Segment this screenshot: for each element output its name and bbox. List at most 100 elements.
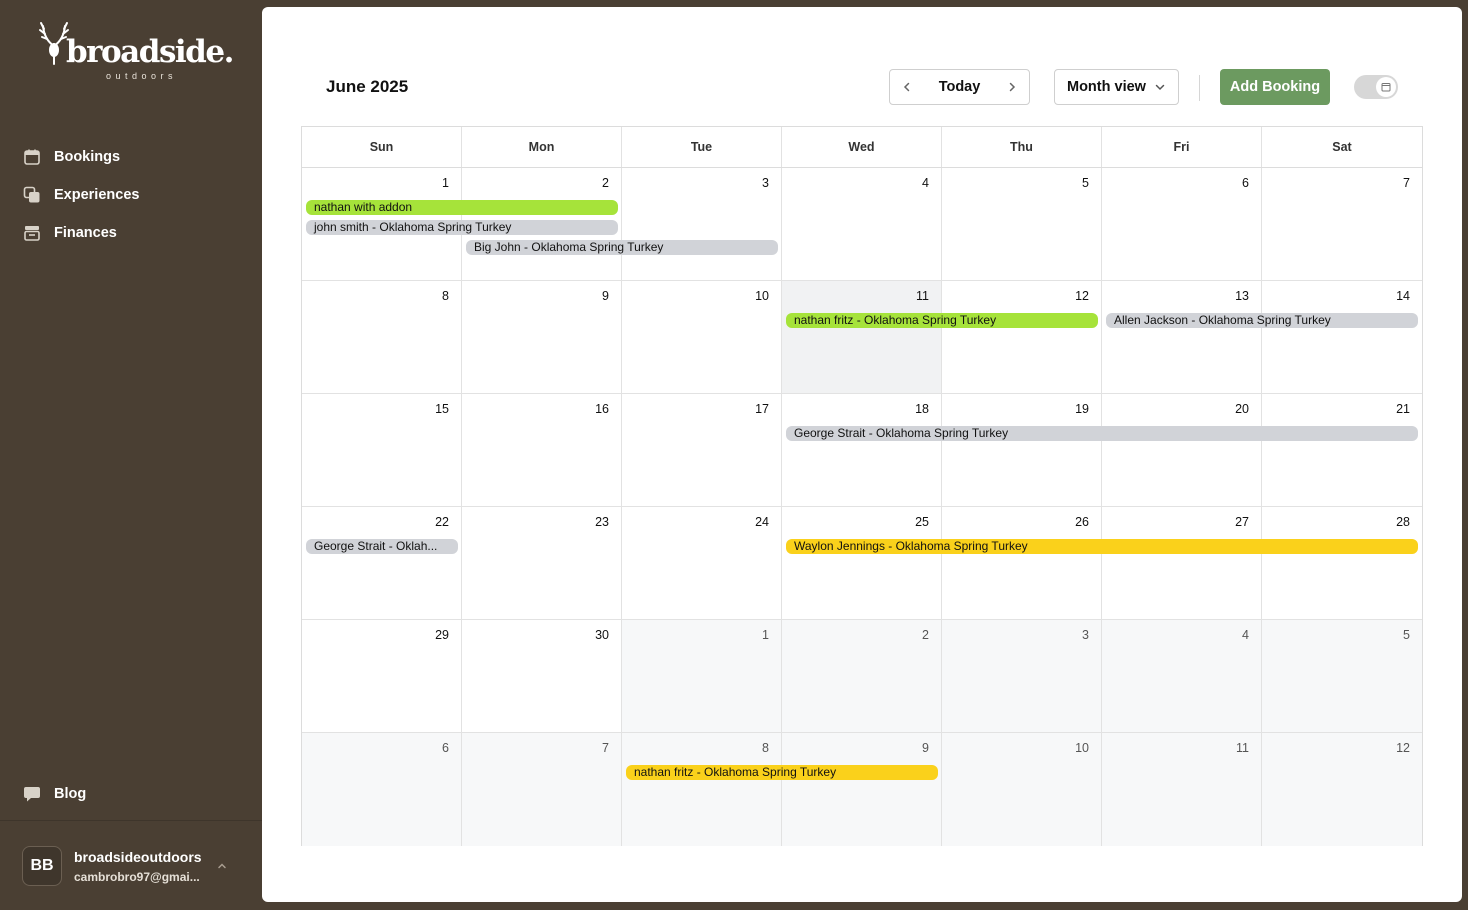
toggle-knob [1376, 77, 1396, 97]
weekday-wed: Wed [782, 127, 942, 167]
next-month-button[interactable] [1005, 80, 1019, 94]
day-cell[interactable]: 30 [462, 620, 622, 733]
sidebar-nav: Bookings Experiences Finances [22, 138, 139, 252]
day-number: 6 [442, 741, 449, 755]
day-cell[interactable]: 3 [622, 168, 782, 281]
day-number: 5 [1082, 176, 1089, 190]
weekday-mon: Mon [462, 127, 622, 167]
day-cell[interactable]: 20 [1102, 394, 1262, 507]
booking-event[interactable]: nathan with addon [306, 200, 618, 215]
day-cell[interactable]: 5 [942, 168, 1102, 281]
day-cell[interactable]: 10 [942, 733, 1102, 846]
day-number: 17 [755, 402, 769, 416]
brand-logo[interactable]: broadside. outdoors [38, 20, 234, 82]
day-number: 4 [922, 176, 929, 190]
today-button[interactable]: Today [939, 79, 981, 95]
day-cell[interactable]: 18 [782, 394, 942, 507]
day-cell[interactable]: 6 [302, 733, 462, 846]
day-cell[interactable]: 27 [1102, 507, 1262, 620]
day-cell[interactable]: 1 [622, 620, 782, 733]
avatar: BB [22, 846, 62, 886]
calendar-toggle[interactable] [1354, 75, 1398, 99]
day-cell[interactable]: 25 [782, 507, 942, 620]
chevron-up-icon[interactable] [216, 859, 228, 877]
day-number: 23 [595, 515, 609, 529]
day-cell[interactable]: 6 [1102, 168, 1262, 281]
toolbar-divider [1199, 75, 1200, 101]
day-cell[interactable]: 24 [622, 507, 782, 620]
user-name: broadsideoutdoors [74, 849, 202, 865]
day-cell[interactable]: 4 [1102, 620, 1262, 733]
day-number: 4 [1242, 628, 1249, 642]
view-select-value: Month view [1067, 79, 1146, 95]
weekday-sat: Sat [1332, 140, 1352, 154]
day-number: 29 [435, 628, 449, 642]
chevron-down-icon [1155, 84, 1165, 91]
day-cell[interactable]: 10 [622, 281, 782, 394]
day-cell[interactable]: 8 [302, 281, 462, 394]
day-cell[interactable]: 5 [1262, 620, 1422, 733]
booking-event[interactable]: Allen Jackson - Oklahoma Spring Turkey [1106, 313, 1418, 328]
sidebar-item-blog[interactable]: Blog [22, 775, 86, 813]
user-menu[interactable]: BB broadsideoutdoors cambrobro97@gmai... [0, 820, 262, 910]
view-select[interactable]: Month view [1054, 69, 1179, 105]
day-number: 5 [1403, 628, 1410, 642]
day-cell[interactable]: 11 [782, 281, 942, 394]
day-cell[interactable]: 2 [782, 620, 942, 733]
day-cell[interactable]: 14 [1262, 281, 1422, 394]
sidebar-item-experiences[interactable]: Experiences [22, 176, 139, 214]
message-icon [22, 784, 42, 804]
day-cell[interactable]: 7 [462, 733, 622, 846]
day-cell[interactable]: 23 [462, 507, 622, 620]
day-number: 16 [595, 402, 609, 416]
day-number: 12 [1075, 289, 1089, 303]
day-cell[interactable]: 12 [1262, 733, 1422, 846]
sidebar-item-label: Blog [54, 786, 87, 802]
day-cell[interactable]: 4 [782, 168, 942, 281]
day-cell[interactable]: 28 [1262, 507, 1422, 620]
sidebar-item-label: Experiences [54, 187, 140, 203]
day-cell[interactable]: 11 [1102, 733, 1262, 846]
booking-event[interactable]: Waylon Jennings - Oklahoma Spring Turkey [786, 539, 1418, 554]
day-number: 11 [1236, 741, 1249, 755]
day-cell[interactable]: 19 [942, 394, 1102, 507]
day-cell[interactable]: 7 [1262, 168, 1422, 281]
day-cell[interactable]: 29 [302, 620, 462, 733]
sidebar-item-bookings[interactable]: Bookings [22, 138, 139, 176]
day-number: 10 [755, 289, 769, 303]
booking-event[interactable]: George Strait - Oklah... [306, 539, 458, 554]
day-cell[interactable]: 26 [942, 507, 1102, 620]
day-number: 21 [1396, 402, 1410, 416]
day-cell[interactable]: 17 [622, 394, 782, 507]
booking-event[interactable]: john smith - Oklahoma Spring Turkey [306, 220, 618, 235]
chevron-left-icon [903, 82, 910, 92]
add-booking-button[interactable]: Add Booking [1220, 69, 1330, 105]
day-number: 1 [762, 628, 769, 642]
sidebar-item-label: Bookings [54, 149, 121, 165]
day-number: 6 [1242, 176, 1249, 190]
booking-event[interactable]: nathan fritz - Oklahoma Spring Turkey [626, 765, 938, 780]
calendar-icon [1381, 83, 1391, 92]
day-cell[interactable]: 3 [942, 620, 1102, 733]
day-number: 8 [442, 289, 449, 303]
day-number: 2 [922, 628, 929, 642]
prev-month-button[interactable] [900, 80, 914, 94]
day-cell[interactable]: 15 [302, 394, 462, 507]
day-number: 7 [602, 741, 609, 755]
day-number: 7 [1403, 176, 1410, 190]
booking-event[interactable]: George Strait - Oklahoma Spring Turkey [786, 426, 1418, 441]
day-cell[interactable]: 16 [462, 394, 622, 507]
date-navigator: Today [889, 69, 1030, 105]
booking-event[interactable]: nathan fritz - Oklahoma Spring Turkey [786, 313, 1098, 328]
booking-event[interactable]: Big John - Oklahoma Spring Turkey [466, 240, 778, 255]
day-cell[interactable]: 9 [782, 733, 942, 846]
weekday-thu: Thu [942, 127, 1102, 167]
sidebar-item-finances[interactable]: Finances [22, 214, 139, 252]
day-cell[interactable]: 8 [622, 733, 782, 846]
day-number: 8 [762, 741, 769, 755]
day-cell[interactable]: 21 [1262, 394, 1422, 507]
day-cell[interactable]: 12 [942, 281, 1102, 394]
day-cell[interactable]: 22 [302, 507, 462, 620]
day-cell[interactable]: 9 [462, 281, 622, 394]
day-cell[interactable]: 13 [1102, 281, 1262, 394]
